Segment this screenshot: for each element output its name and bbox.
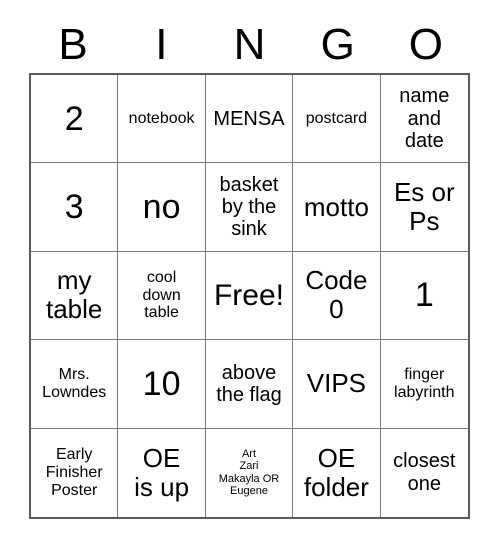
bingo-cell-o5[interactable]: closest one bbox=[380, 428, 468, 517]
header-letter-n: N bbox=[233, 20, 266, 69]
header-letter-i: I bbox=[155, 20, 168, 69]
bingo-cell-text: 2 bbox=[64, 99, 84, 138]
bingo-header-row: B I N G O bbox=[29, 18, 470, 72]
bingo-cell-n4[interactable]: above the flag bbox=[205, 340, 294, 429]
bingo-cell-text: 10 bbox=[142, 364, 181, 403]
bingo-cell-text: 1 bbox=[414, 276, 434, 315]
bingo-cell-text: OE folder bbox=[303, 442, 369, 502]
bingo-cell-b2[interactable]: 3 bbox=[31, 163, 119, 252]
bingo-cell-g3[interactable]: Code 0 bbox=[293, 251, 381, 341]
bingo-cell-g1[interactable]: postcard bbox=[293, 75, 381, 164]
bingo-cell-text: Early Finisher Poster bbox=[45, 445, 103, 499]
bingo-grid: 2 notebook MENSA postcard name and date … bbox=[29, 73, 470, 519]
bingo-cell-o3[interactable]: 1 bbox=[380, 251, 468, 341]
header-letter-o: O bbox=[408, 20, 444, 69]
bingo-cell-i3[interactable]: cool down table bbox=[118, 251, 206, 341]
bingo-cell-text: name and date bbox=[399, 85, 450, 152]
bingo-cell-text: Free! bbox=[213, 278, 284, 312]
bingo-cell-g4[interactable]: VIPS bbox=[293, 340, 381, 429]
bingo-cell-n1[interactable]: MENSA bbox=[205, 75, 294, 164]
bingo-cell-b5[interactable]: Early Finisher Poster bbox=[31, 428, 119, 517]
bingo-cell-o2[interactable]: Es or Ps bbox=[380, 163, 468, 252]
bingo-cell-o1[interactable]: name and date bbox=[380, 75, 468, 164]
bingo-cell-text: basket by the sink bbox=[219, 173, 279, 241]
header-letter-b: B bbox=[58, 20, 88, 69]
bingo-cell-o4[interactable]: finger labyrinth bbox=[380, 340, 468, 429]
bingo-cell-free-space[interactable]: Free! bbox=[205, 251, 294, 341]
bingo-cell-text: MENSA bbox=[213, 107, 285, 130]
bingo-cell-text: closest one bbox=[393, 450, 456, 495]
bingo-cell-i5[interactable]: OE is up bbox=[118, 428, 206, 517]
bingo-cell-n2[interactable]: basket by the sink bbox=[205, 163, 294, 252]
bingo-cell-i1[interactable]: notebook bbox=[118, 75, 206, 164]
bingo-cell-n5[interactable]: Art Zari Makayla OR Eugene bbox=[205, 428, 294, 517]
header-letter-g: G bbox=[320, 20, 355, 69]
bingo-cell-text: above the flag bbox=[216, 361, 282, 406]
bingo-card: B I N G O 2 notebook MENSA postcard name… bbox=[0, 0, 500, 544]
bingo-cell-text: notebook bbox=[128, 109, 195, 127]
bingo-cell-text: OE is up bbox=[134, 442, 190, 502]
bingo-cell-g2[interactable]: motto bbox=[293, 163, 381, 252]
bingo-cell-text: Es or Ps bbox=[393, 176, 455, 237]
bingo-cell-text: my table bbox=[46, 265, 103, 325]
bingo-cell-b1[interactable]: 2 bbox=[31, 75, 119, 164]
bingo-cell-text: motto bbox=[303, 191, 369, 222]
bingo-cell-text: Mrs. Lowndes bbox=[42, 365, 107, 401]
bingo-cell-text: 3 bbox=[64, 188, 84, 227]
bingo-cell-text: Code 0 bbox=[305, 265, 368, 325]
bingo-cell-text: postcard bbox=[305, 109, 368, 127]
bingo-cell-i2[interactable]: no bbox=[118, 163, 206, 252]
bingo-cell-g5[interactable]: OE folder bbox=[293, 428, 381, 517]
bingo-cell-text: finger labyrinth bbox=[394, 365, 455, 401]
bingo-cell-text: VIPS bbox=[306, 368, 367, 399]
bingo-cell-i4[interactable]: 10 bbox=[118, 340, 206, 429]
bingo-cell-text: Art Zari Makayla OR Eugene bbox=[218, 448, 280, 498]
bingo-cell-b3[interactable]: my table bbox=[31, 251, 119, 341]
bingo-cell-text: cool down table bbox=[142, 268, 181, 322]
bingo-cell-b4[interactable]: Mrs. Lowndes bbox=[31, 340, 119, 429]
bingo-cell-text: no bbox=[142, 188, 181, 227]
